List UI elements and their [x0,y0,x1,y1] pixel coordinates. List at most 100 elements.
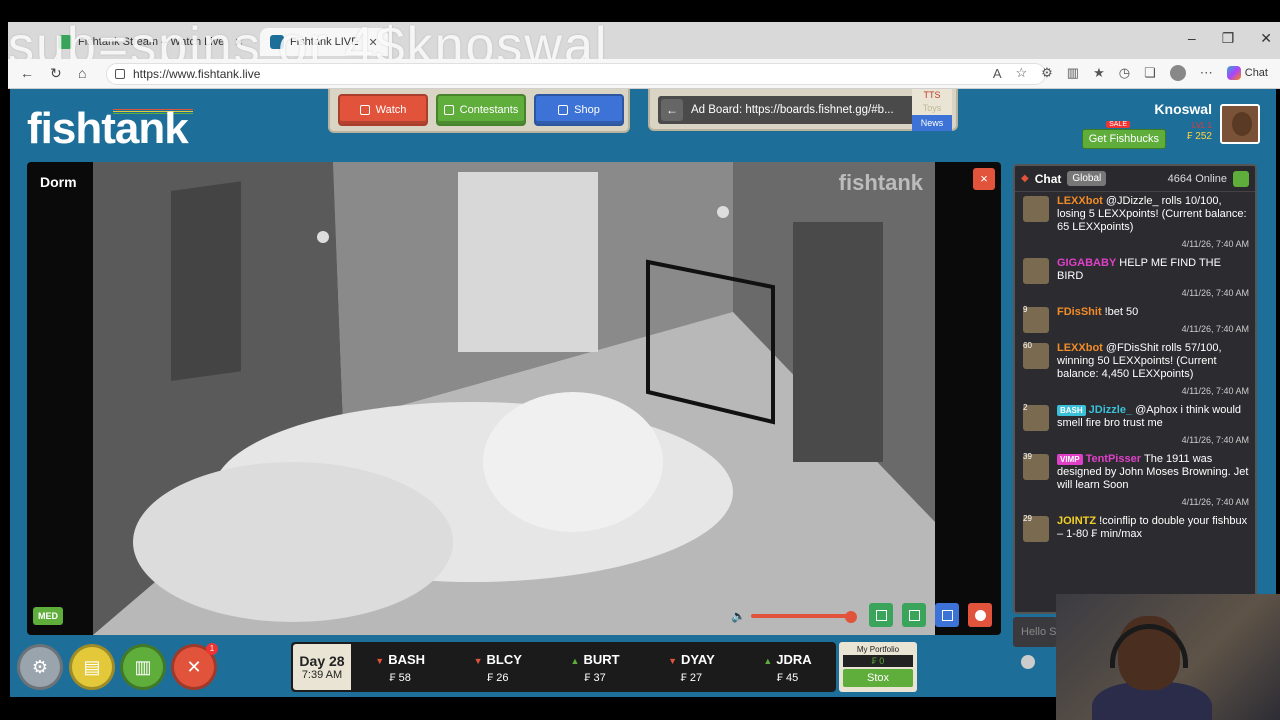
chat-username[interactable]: TentPisser [1086,453,1141,465]
more-icon[interactable]: ⋯ [1200,65,1213,81]
stock-blcy[interactable]: ▼ BLCY ₣ 26 [474,651,522,684]
trophy-icon: ▤ [83,656,101,677]
volume-icon[interactable]: 🔈 [731,609,746,623]
chat-message: 9 FDisShit !bet 50 4/11/26, 7:40 AM [1015,303,1255,339]
global-channel-button[interactable]: Global [1067,171,1107,186]
stock-burt[interactable]: ▲ BURT ₣ 37 [571,651,620,684]
browser-tabbar: Fishtank Stream – Watch Live ✕ Fishtank … [8,22,1280,59]
browser-tab-active[interactable]: Fishtank LIVE ✕ [260,28,388,56]
news-tab[interactable]: News [912,115,952,131]
split-screen-icon[interactable]: ▥ [1067,65,1079,81]
stock-bash[interactable]: ▼ BASH ₣ 58 [375,651,425,684]
user-level: 39 [1023,452,1032,461]
username[interactable]: Knoswal [1012,101,1212,117]
lock-icon [115,69,125,79]
arrow-up-icon: ▲ [763,655,773,666]
close-icon[interactable]: ✕ [234,36,243,49]
chat-input[interactable]: Hello S [1013,617,1057,647]
cast-icon [908,609,920,621]
sale-badge: SALE [1106,121,1130,128]
minimize-icon[interactable]: – [1188,30,1196,47]
trophy-button[interactable]: ▤ [69,644,115,690]
avatar[interactable] [1023,196,1049,222]
quality-button[interactable]: MED [33,607,63,625]
stock-jdra[interactable]: ▲ JDRA ₣ 45 [763,651,811,684]
day-display: Day 28 7:39 AM [293,644,351,690]
get-fishbucks-button[interactable]: Get Fishbucks [1081,129,1166,149]
tab-favicon-icon [270,35,284,49]
home-icon[interactable]: ⌂ [78,65,86,81]
alerts-button[interactable]: ✕ 1 [171,643,218,690]
online-count: 4664 Online [1167,172,1227,185]
chat-username[interactable]: GIGABABY [1057,257,1116,269]
clip-button[interactable] [869,603,893,627]
avatar[interactable] [1023,258,1049,284]
cart-icon [558,105,569,115]
chat-username[interactable]: FDisShit [1057,306,1102,318]
day-label: Day 28 [299,653,345,669]
toys-tab[interactable]: Toys [912,102,952,115]
extensions-icon[interactable]: ⚙ [1041,65,1053,81]
chat-timestamp: 4/11/26, 7:40 AM [1181,435,1249,445]
fishtank-logo[interactable]: fishtank [27,107,223,151]
chat-message: 39 VIMP TentPisser The 1911 was designed by… [1015,450,1255,512]
chat-message: 60 LEXXbot @FDisShit rolls 57/100, winning… [1015,339,1255,401]
favorites-icon[interactable]: ★ [1093,65,1105,81]
leaderboard-button[interactable]: ▥ [120,644,166,690]
watch-button[interactable]: Watch [338,94,428,126]
stox-button[interactable]: Stox [843,669,913,687]
record-icon [974,609,986,621]
close-video-button[interactable]: × [973,168,995,190]
emoji-icon[interactable] [1021,655,1035,669]
read-aloud-icon[interactable]: A [993,66,1002,81]
back-icon[interactable]: ← [20,65,34,81]
fishbucks-balance: ₣ 252 [1186,131,1212,142]
chat-username[interactable]: JDizzle_ [1089,404,1132,416]
chat-username[interactable]: LEXXbot [1057,342,1103,354]
copilot-button[interactable]: Chat [1226,66,1268,80]
stock-list: ▼ BASH ₣ 58 ▼ BLCY ₣ 26 ▲ BURT ₣ 37 ▼ DYAY ₣ 27 ▲ JDR… [351,642,836,692]
share-icon[interactable] [1233,170,1249,187]
stock-price: ₣ 27 [680,671,703,684]
avatar[interactable] [1220,104,1260,144]
close-icon[interactable]: ✕ [368,36,377,49]
chat-timestamp: 4/11/26, 7:40 AM [1181,497,1249,507]
ad-board-display[interactable]: ← Ad Board: https://boards.fishnet.gg/#b… [658,96,920,124]
ad-board-text: Ad Board: https://boards.fishnet.gg/#b..… [691,104,894,116]
volume-knob[interactable] [845,611,857,623]
stock-symbol: BURT [583,651,620,667]
user-level: LVL 1 [1191,121,1212,130]
clip-icon [875,609,887,621]
browser-toolbar: A ☆ ⚙ ▥ ★ ◷ ❏ ⋯ Chat [993,65,1268,81]
user-panel: Knoswal SALE LVL 1 Get Fishbucks ₣ 252 [1012,101,1212,161]
contestants-button[interactable]: Contestants [436,94,526,126]
tts-tab[interactable]: TTS [912,89,952,102]
stock-dyay[interactable]: ▼ DYAY ₣ 27 [668,651,715,684]
chat-username[interactable]: LEXXbot [1057,195,1103,207]
url-field[interactable]: https://www.fishtank.live [106,63,1046,85]
fullscreen-button[interactable] [935,603,959,627]
stock-price: ₣ 37 [584,671,606,684]
refresh-icon[interactable]: ↻ [50,65,62,82]
people-icon [443,105,454,115]
portfolio-value: ₣ 0 [843,655,913,667]
close-window-icon[interactable]: ✕ [1260,30,1272,47]
volume-slider[interactable] [751,614,851,618]
cast-button[interactable] [902,603,926,627]
settings-button[interactable]: ⚙ [17,644,63,690]
maximize-icon[interactable]: ❐ [1222,30,1235,47]
back-arrow-icon[interactable]: ← [661,99,683,121]
chat-username[interactable]: JOINTZ [1057,515,1096,527]
profile-icon[interactable] [1169,65,1186,81]
history-icon[interactable]: ◷ [1119,65,1130,81]
browser-tab[interactable]: Fishtank Stream – Watch Live ✕ [48,28,254,56]
user-level: 60 [1023,341,1032,350]
camera-feed[interactable]: fishtank [93,162,935,635]
favorite-icon[interactable]: ☆ [1015,65,1027,81]
copilot-label: Chat [1244,67,1268,79]
stock-ticker: Day 28 7:39 AM ▼ BASH ₣ 58 ▼ BLCY ₣ 26 ▲ BURT ₣ … [291,642,836,692]
shop-button[interactable]: Shop [534,94,624,126]
collections-icon[interactable]: ❏ [1144,65,1156,81]
record-button[interactable] [968,603,992,627]
chat-message: GIGABABY HELP ME FIND THE BIRD 4/11/26, 7:… [1015,254,1255,303]
